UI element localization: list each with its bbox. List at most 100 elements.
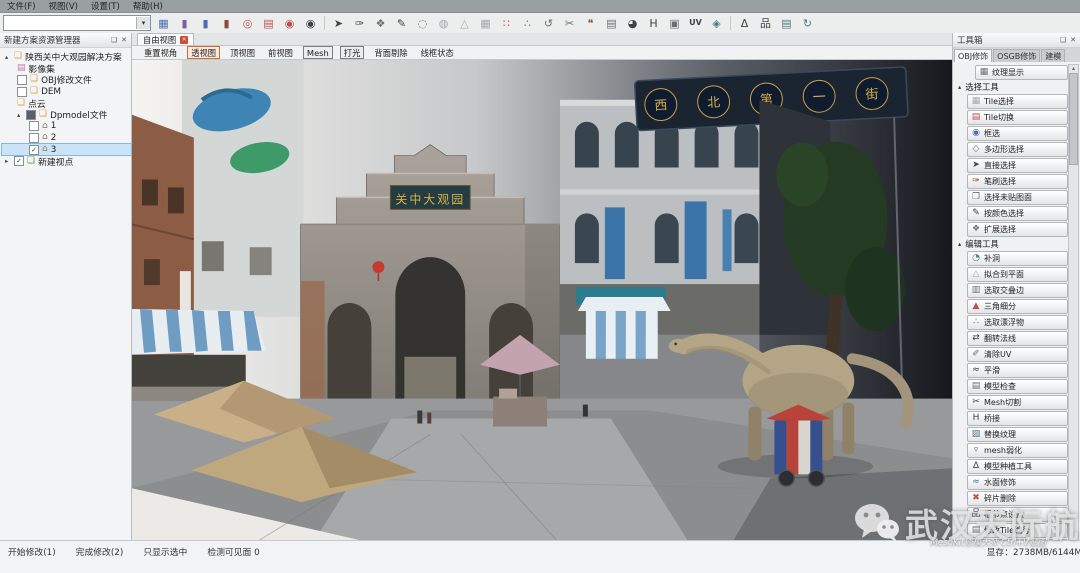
layer-combobox[interactable]: ▾ bbox=[3, 15, 151, 31]
doc-icon[interactable]: ▤ bbox=[778, 15, 795, 32]
lasso-icon[interactable]: ◌ bbox=[414, 15, 431, 32]
reset-view-button[interactable]: 重置视角 bbox=[141, 47, 180, 58]
tool-select-untextured[interactable]: ❐选择未贴图面 bbox=[967, 190, 1068, 205]
checkbox-unchecked[interactable] bbox=[17, 75, 27, 85]
tab-obj-edit[interactable]: OBJ修饰 bbox=[954, 49, 992, 62]
close-icon[interactable]: ✕ bbox=[1070, 36, 1076, 44]
marquee-icon[interactable]: ❖ bbox=[372, 15, 389, 32]
checkbox-unchecked[interactable] bbox=[29, 133, 39, 143]
tab-modeling[interactable]: 建模 bbox=[1041, 49, 1065, 62]
tool-flip-normals[interactable]: ⇄翻转法线 bbox=[967, 331, 1068, 346]
lighting-toggle-button[interactable]: 打光 bbox=[340, 46, 365, 59]
tool-mesh-cut[interactable]: ✂Mesh切割 bbox=[967, 395, 1068, 410]
hierarchy-icon[interactable]: 品 bbox=[757, 15, 774, 32]
pie-icon[interactable]: ◕ bbox=[624, 15, 641, 32]
tool-model-planting[interactable]: Δ模型种植工具 bbox=[967, 459, 1068, 474]
checkbox-checked[interactable]: ✓ bbox=[29, 145, 39, 155]
tool-root-node-setting[interactable]: 品根节点设置 bbox=[967, 507, 1068, 522]
tool-pick-overlap-edges[interactable]: ▥选取交叠边 bbox=[967, 283, 1068, 298]
pin-icon[interactable]: ❏ bbox=[1060, 36, 1066, 44]
tool-fragment-delete[interactable]: ✖碎片删除 bbox=[967, 491, 1068, 506]
uv-icon[interactable]: UV bbox=[687, 15, 704, 32]
pin-icon[interactable]: ❏ bbox=[111, 36, 117, 44]
tool-tile-switch[interactable]: ▤Tile切换 bbox=[967, 110, 1068, 125]
checkbox-partial[interactable] bbox=[26, 110, 36, 120]
tree-node-solution[interactable]: ▴ ❏ 陕西关中大观园解决方案 bbox=[2, 51, 131, 63]
loop-icon[interactable]: ↺ bbox=[540, 15, 557, 32]
model-blue-icon[interactable]: ▮ bbox=[197, 15, 214, 32]
tool-brush-select[interactable]: ✑笔刷选择 bbox=[967, 174, 1068, 189]
scissors-icon[interactable]: ✂ bbox=[561, 15, 578, 32]
menu-settings[interactable]: 设置(T) bbox=[91, 0, 120, 12]
scrollbar-thumb[interactable] bbox=[1069, 73, 1078, 165]
tab-free-view[interactable]: 自由视图 ✕ bbox=[137, 33, 194, 45]
cursor-icon[interactable]: ➤ bbox=[330, 15, 347, 32]
top-view-button[interactable]: 顶视图 bbox=[227, 47, 258, 58]
tool-pick-floating[interactable]: ∴选取漂浮物 bbox=[967, 315, 1068, 330]
mesh-toggle-button[interactable]: Mesh bbox=[303, 46, 333, 59]
expander-icon[interactable]: ▸ bbox=[5, 157, 14, 165]
status-finish-edit[interactable]: 完成修改(2) bbox=[76, 545, 124, 558]
status-start-edit[interactable]: 开始修改(1) bbox=[8, 545, 56, 558]
search-plus-icon[interactable]: ◉ bbox=[302, 15, 319, 32]
brush-icon[interactable]: ✑ bbox=[351, 15, 368, 32]
tree-node-model-3[interactable]: ✓ ⌂ 3 bbox=[2, 144, 131, 156]
checkbox-checked[interactable]: ✓ bbox=[14, 156, 24, 166]
front-view-button[interactable]: 前视图 bbox=[265, 47, 296, 58]
viewport-3d-scene[interactable]: 关中大观园 bbox=[132, 60, 952, 545]
tab-close-icon[interactable]: ✕ bbox=[180, 36, 188, 44]
tool-model-check[interactable]: ▤模型检查 bbox=[967, 379, 1068, 394]
status-show-selected-only[interactable]: 只显示选中 bbox=[143, 545, 187, 558]
stamp-icon[interactable]: ❝ bbox=[582, 15, 599, 32]
tool-expand-selection[interactable]: ❖扩展选择 bbox=[967, 222, 1068, 237]
point-cloud-icon[interactable]: ∴ bbox=[519, 15, 536, 32]
note-icon[interactable]: ▣ bbox=[666, 15, 683, 32]
tree-node-obj-files[interactable]: ❏ OBJ修改文件 bbox=[2, 74, 131, 86]
tool-water-surface[interactable]: ≈水面修饰 bbox=[967, 475, 1068, 490]
tree-node-dpmodel[interactable]: ▴ ❏ Dpmodel文件 bbox=[2, 109, 131, 121]
tool-replace-texture[interactable]: ▨替换纹理 bbox=[967, 427, 1068, 442]
grid-faded-icon[interactable]: ▦ bbox=[477, 15, 494, 32]
expander-icon[interactable]: ▴ bbox=[17, 111, 26, 119]
search-icon[interactable]: ◉ bbox=[281, 15, 298, 32]
tool-select-by-color[interactable]: ✎按颜色选择 bbox=[967, 206, 1068, 221]
menu-help[interactable]: 帮助(H) bbox=[133, 0, 163, 12]
menu-view[interactable]: 视图(V) bbox=[49, 0, 78, 12]
tool-clear-uv[interactable]: ✐清除UV bbox=[967, 347, 1068, 362]
tile-grid-icon[interactable]: ▦ bbox=[155, 15, 172, 32]
menu-file[interactable]: 文件(F) bbox=[7, 0, 36, 12]
model-purple-icon[interactable]: ▮ bbox=[176, 15, 193, 32]
section-edit-tools[interactable]: ▴ 编辑工具 bbox=[955, 238, 1068, 250]
tool-fill-hole[interactable]: ◔补洞 bbox=[967, 251, 1068, 266]
refresh-icon[interactable]: ↻ bbox=[799, 15, 816, 32]
bell-icon[interactable]: Δ bbox=[736, 15, 753, 32]
expander-icon[interactable]: ▴ bbox=[5, 53, 14, 61]
tool-direct-select[interactable]: ➤直接选择 bbox=[967, 158, 1068, 173]
tool-fit-to-plane[interactable]: △拟合到平面 bbox=[967, 267, 1068, 282]
camera-icon[interactable]: ◈ bbox=[708, 15, 725, 32]
checkbox-unchecked[interactable] bbox=[17, 87, 27, 97]
tree-node-model-1[interactable]: ⌂ 1 bbox=[2, 121, 131, 133]
tree-node-dem[interactable]: ❏ DEM bbox=[2, 86, 131, 98]
model-brown-icon[interactable]: ▮ bbox=[218, 15, 235, 32]
tool-polygon-select[interactable]: ◇多边形选择 bbox=[967, 142, 1068, 157]
tree-node-viewpoint[interactable]: ▸ ✓ ❏ 新建视点 bbox=[2, 155, 131, 167]
tree-node-pointcloud[interactable]: ❏ 点云 bbox=[2, 97, 131, 109]
circle-select-icon[interactable]: ◍ bbox=[435, 15, 452, 32]
section-selection-tools[interactable]: ▴ 选择工具 bbox=[955, 81, 1068, 93]
close-icon[interactable]: ✕ bbox=[121, 36, 127, 44]
tool-box-select[interactable]: ◉框选 bbox=[967, 126, 1068, 141]
red-dots-icon[interactable]: ∷ bbox=[498, 15, 515, 32]
perspective-button[interactable]: 透视图 bbox=[187, 46, 220, 59]
triangle-icon[interactable]: △ bbox=[456, 15, 473, 32]
bridge-icon[interactable]: H bbox=[645, 15, 662, 32]
scroll-up-icon[interactable]: ▴ bbox=[1072, 65, 1075, 72]
tree-node-imageset[interactable]: ▤ 影像集 bbox=[2, 63, 131, 75]
pen-icon[interactable]: ✎ bbox=[393, 15, 410, 32]
tool-tile-select[interactable]: ▦Tile选择 bbox=[967, 94, 1068, 109]
tool-triangle-subdivide[interactable]: ▲三角细分 bbox=[967, 299, 1068, 314]
backface-cull-button[interactable]: 背面剔除 bbox=[371, 47, 410, 58]
checkbox-unchecked[interactable] bbox=[29, 121, 39, 131]
target-icon[interactable]: ◎ bbox=[239, 15, 256, 32]
wireframe-button[interactable]: 线框状态 bbox=[418, 47, 457, 58]
